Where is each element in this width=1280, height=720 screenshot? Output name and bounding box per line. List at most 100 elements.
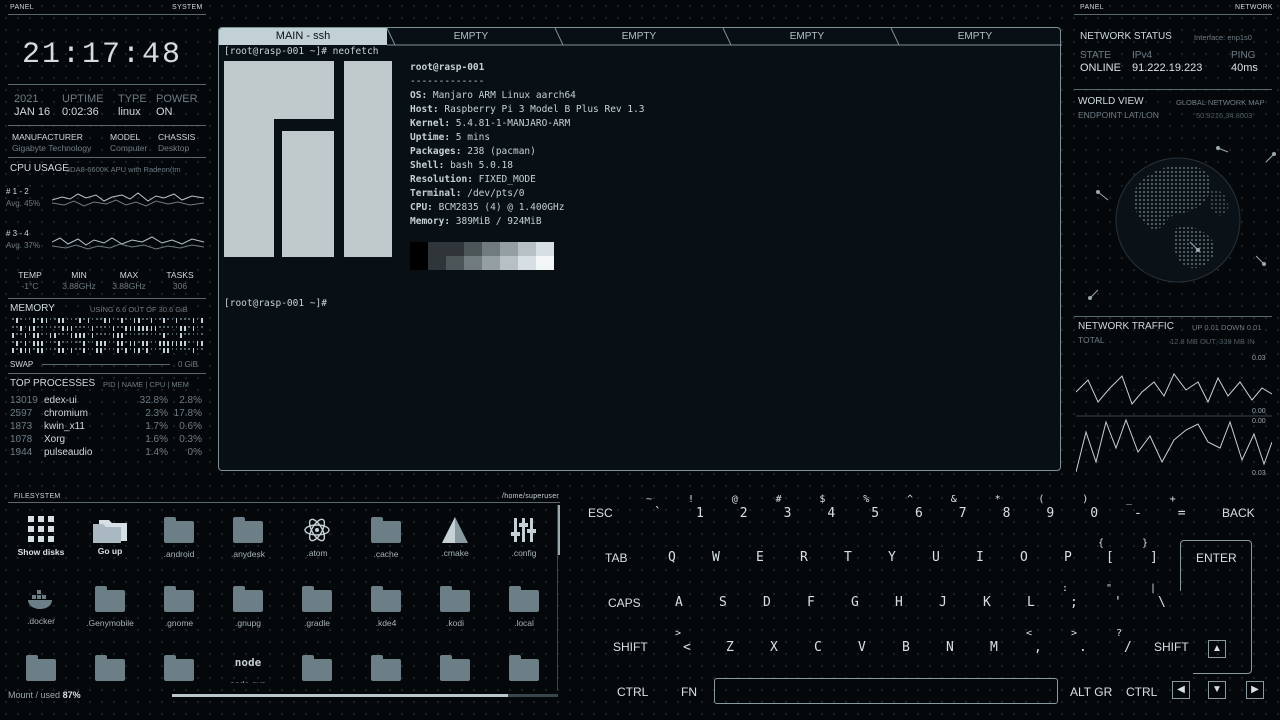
folder-row3[interactable] xyxy=(493,655,555,681)
key-o[interactable]: O xyxy=(1020,550,1028,565)
arrow-up-icon[interactable]: ▲ xyxy=(1208,640,1226,658)
folder-local[interactable]: .local xyxy=(493,586,555,628)
key-punct[interactable]: , < xyxy=(1026,628,1042,655)
folder-gnupg[interactable]: .gnupg xyxy=(217,586,279,628)
info-row: Terminal: /dev/pts/0 xyxy=(410,188,525,199)
folder-row3[interactable] xyxy=(10,655,72,681)
key-=[interactable]: = + xyxy=(1170,494,1186,521)
show-disks-item[interactable]: Show disks xyxy=(10,516,72,557)
folder-anydesk[interactable]: .anydesk xyxy=(217,517,279,559)
go-up-item[interactable]: Go up xyxy=(79,514,141,556)
key-enter[interactable]: ENTER xyxy=(1196,551,1237,565)
key-a[interactable]: A xyxy=(675,595,683,610)
key-shift-right[interactable]: SHIFT xyxy=(1154,640,1189,654)
key-esc[interactable]: ESC xyxy=(588,506,613,520)
key-w[interactable]: W xyxy=(712,550,720,565)
process-row[interactable]: 1944 pulseaudio 1.4% 0% xyxy=(10,447,204,460)
key-m[interactable]: M xyxy=(990,640,998,655)
key-altgr[interactable]: ALT GR xyxy=(1070,685,1112,699)
folder-config[interactable]: .config xyxy=(493,516,555,558)
folder-android[interactable]: .android xyxy=(148,517,210,559)
process-row[interactable]: 1078 Xorg 1.6% 0.3% xyxy=(10,434,204,447)
key-punct[interactable]: ' " xyxy=(1106,583,1122,610)
key-ctrl-left[interactable]: CTRL xyxy=(617,685,648,699)
key-space[interactable] xyxy=(714,678,1058,704)
arrow-left-icon[interactable]: ◀ xyxy=(1172,681,1190,699)
folder-cache[interactable]: .cache xyxy=(355,517,417,559)
key-5[interactable]: 5% xyxy=(863,494,879,521)
key-l[interactable]: L xyxy=(1027,595,1035,610)
process-row[interactable]: 13019 edex-ui 32.8% 2.8% xyxy=(10,395,204,408)
key-p[interactable]: P xyxy=(1064,550,1072,565)
key-caps[interactable]: CAPS xyxy=(608,596,641,610)
key-punct[interactable]: /? xyxy=(1116,628,1132,655)
key-t[interactable]: T xyxy=(844,550,852,565)
key-y[interactable]: Y xyxy=(888,550,896,565)
arrow-right-icon[interactable]: ▶ xyxy=(1246,681,1264,699)
cpu-group2-avg: Avg. 37% xyxy=(6,241,41,250)
key-u[interactable]: U xyxy=(932,550,940,565)
key-r[interactable]: R xyxy=(800,550,808,565)
memory-cell xyxy=(87,318,90,323)
key-tab[interactable]: TAB xyxy=(605,551,627,565)
key-4[interactable]: 4 $ xyxy=(819,494,835,521)
key-i[interactable]: I xyxy=(976,550,984,565)
process-row[interactable]: 2597 chromium 2.3% 17.8% xyxy=(10,408,204,421)
key-b[interactable]: B xyxy=(902,640,910,655)
key-2[interactable]: 2 @ xyxy=(732,494,748,521)
key-e[interactable]: E xyxy=(756,550,764,565)
key-bracket[interactable]: [{ xyxy=(1098,538,1114,565)
key-n[interactable]: N xyxy=(946,640,954,655)
folder-gradle[interactable]: .gradle xyxy=(286,586,348,628)
key-s[interactable]: S xyxy=(719,595,727,610)
key-punct[interactable]: \ | xyxy=(1150,583,1166,610)
folder-row3[interactable] xyxy=(79,655,141,681)
terminal-window[interactable]: MAIN - ssh EMPTY EMPTY EMPTY EMPTY [root… xyxy=(218,27,1062,471)
key-back[interactable]: BACK xyxy=(1222,506,1255,520)
key-j[interactable]: J xyxy=(939,595,947,610)
key-less[interactable]: < > xyxy=(675,628,691,655)
key-g[interactable]: G xyxy=(851,595,859,610)
folder-row3[interactable] xyxy=(424,655,486,681)
arrow-down-icon[interactable]: ▼ xyxy=(1208,681,1226,699)
key-9[interactable]: 9( xyxy=(1038,494,1054,521)
key-v[interactable]: V xyxy=(858,640,866,655)
key-7[interactable]: 7 & xyxy=(951,494,967,521)
key-h[interactable]: H xyxy=(895,595,903,610)
key-3[interactable]: 3 # xyxy=(776,494,792,521)
folder-docker[interactable]: .docker xyxy=(10,588,72,626)
key-k[interactable]: K xyxy=(983,595,991,610)
folder-kodi[interactable]: .kodi xyxy=(424,586,486,628)
key-x[interactable]: X xyxy=(770,640,778,655)
memory-cell xyxy=(192,340,195,343)
folder-row3[interactable] xyxy=(355,655,417,681)
folder-cmake[interactable]: .cmake xyxy=(424,516,486,558)
folder-atom[interactable]: .atom xyxy=(286,516,348,558)
folder-row3[interactable] xyxy=(286,655,348,681)
key-0[interactable]: 0) xyxy=(1082,494,1098,521)
key-shift-left[interactable]: SHIFT xyxy=(613,640,648,654)
key-1[interactable]: 1! xyxy=(688,494,704,521)
key-z[interactable]: Z xyxy=(726,640,734,655)
folder-row3[interactable] xyxy=(148,655,210,681)
key-8[interactable]: 8 * xyxy=(995,494,1011,521)
key-f[interactable]: F xyxy=(807,595,815,610)
folder-gnome[interactable]: .gnome xyxy=(148,586,210,628)
key-6[interactable]: 6 ^ xyxy=(907,494,923,521)
key-shift-label: { xyxy=(1098,538,1105,549)
memory-cell xyxy=(100,333,102,335)
key-d[interactable]: D xyxy=(763,595,771,610)
folder-node-gyp[interactable]: node node-gyp xyxy=(217,656,279,683)
key-q[interactable]: Q xyxy=(668,550,676,565)
key-punct[interactable]: . > xyxy=(1071,628,1087,655)
process-row[interactable]: 1873 kwin_x11 1.7% 0.6% xyxy=(10,421,204,434)
key-c[interactable]: C xyxy=(814,640,822,655)
key-fn[interactable]: FN xyxy=(681,685,697,699)
folder-kde4[interactable]: .kde4 xyxy=(355,586,417,628)
key--[interactable]: - _ xyxy=(1126,494,1142,521)
key-bracket[interactable]: ]} xyxy=(1142,538,1158,565)
key-punct[interactable]: ;: xyxy=(1062,583,1078,610)
folder-genymobile[interactable]: .Genymobile xyxy=(79,586,141,628)
key-backtick[interactable]: ` ~ xyxy=(646,494,662,521)
key-ctrl-right[interactable]: CTRL xyxy=(1126,685,1157,699)
